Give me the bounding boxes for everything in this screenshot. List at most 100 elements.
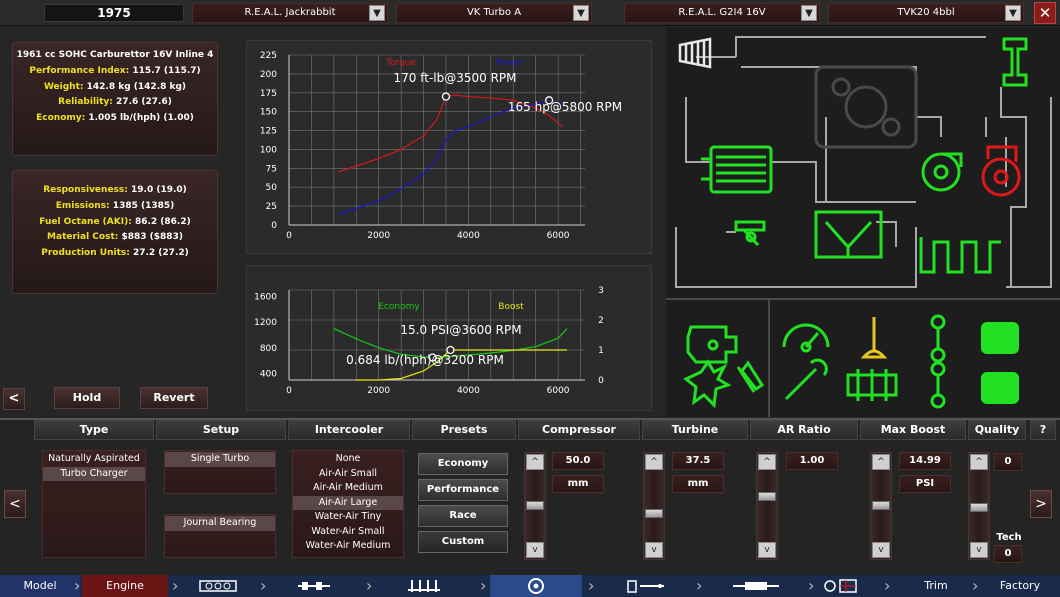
nav-model[interactable]: Model [0,575,80,597]
economy-boost-graph: 0 2000 4000 6000 400 800 1200 1600 0 1 2 3 Economy Bo… [246,265,652,411]
nav-intake[interactable] [378,575,470,597]
preset-performance-button[interactable]: Performance [418,479,508,501]
camshaft-icon [298,582,330,590]
quality-slider-thumb[interactable] [970,502,988,512]
nav-test[interactable] [818,575,866,597]
chevron-up-icon[interactable]: ^ [645,454,663,470]
type-header: Type [34,420,154,440]
chevron-down-icon[interactable]: ▼ [801,5,817,21]
chevron-down-icon[interactable]: v [872,542,890,558]
chevron-down-icon[interactable]: ▼ [1005,5,1021,21]
nav-separator: › [260,576,267,595]
nav-engine[interactable]: Engine [82,575,168,597]
close-button[interactable]: ✕ [1034,2,1056,24]
family-dropdown[interactable]: R.E.A.L. Jackrabbit ▼ [192,3,388,23]
chevron-down-icon[interactable]: v [526,542,544,558]
nav-fuel[interactable] [600,575,692,597]
intercooler-icon [701,145,773,194]
compare-family-dropdown[interactable]: R.E.A.L. G2I4 16V ▼ [624,3,820,23]
list-item[interactable]: Water-Air Small [293,525,403,540]
chevron-down-icon[interactable]: ▼ [573,5,589,21]
list-item[interactable]: Journal Bearing [165,516,275,531]
list-item[interactable]: Water-Air Tiny [293,510,403,525]
engine-designer-screen: 1975 R.E.A.L. Jackrabbit ▼ VK Turbo A ▼ … [0,0,1060,597]
top-bar: 1975 R.E.A.L. Jackrabbit ▼ VK Turbo A ▼ … [0,0,1060,26]
prev-part-button[interactable]: < [4,490,26,518]
compare-variant-dropdown[interactable]: TVK20 4bbl ▼ [828,3,1024,23]
dyno-test-icon [824,579,857,593]
list-item[interactable]: None [293,452,403,467]
list-item[interactable]: Single Turbo [165,452,275,467]
chevron-down-icon[interactable]: v [758,542,776,558]
ar-ratio-slider-thumb[interactable] [758,491,776,501]
nav-factory[interactable]: Factory [984,575,1056,597]
x-tick-label: 4000 [457,386,480,396]
nav-separator: › [588,576,595,595]
y-tick-label-right: 0 [598,376,604,386]
back-button[interactable]: < [3,388,25,410]
stat-row: Responsiveness: 19.0 (19.0) [43,185,187,195]
revert-button[interactable]: Revert [140,387,208,409]
chevron-down-icon[interactable]: ▼ [369,5,385,21]
y-tick-label: 1600 [254,292,277,302]
y-tick-label: 800 [260,344,277,354]
torque-power-chart: 0 2000 4000 6000 0 25 50 75 100 125 150 175 200 225 To… [260,51,622,241]
intercooler-header: Intercooler [288,420,410,440]
y-tick-label-right: 3 [598,286,604,296]
list-item[interactable]: Air-Air Large [293,495,403,510]
y-tick-label: 150 [260,108,277,118]
ar-ratio-slider[interactable]: ^ v [756,452,778,560]
chevron-up-icon[interactable]: ^ [758,454,776,470]
chevron-down-icon[interactable]: v [970,542,988,558]
bottom-nav: Model › Engine › › › › › › › › Trim › Fa… [0,575,1060,597]
preset-race-button[interactable]: Race [418,505,508,527]
chevron-up-icon[interactable]: ^ [970,454,988,470]
max-boost-slider-thumb[interactable] [872,501,890,511]
exhaust-manifold-icon [919,237,1001,274]
chevron-down-icon[interactable]: v [645,542,663,558]
list-item[interactable]: Turbo Charger [43,466,145,481]
nav-separator: › [972,576,979,595]
hold-button[interactable]: Hold [54,387,120,409]
compressor-header: Compressor [518,420,640,440]
max-boost-unit: PSI [899,475,951,493]
turbine-slider[interactable]: ^ v [643,452,665,560]
preset-custom-button[interactable]: Custom [418,531,508,553]
chevron-up-icon[interactable]: ^ [872,454,890,470]
list-item[interactable]: Naturally Aspirated [43,452,145,467]
chevron-up-icon[interactable]: ^ [526,454,544,470]
nav-separator: › [172,576,179,595]
series-line-power [338,99,563,215]
turbo-icon [528,578,544,594]
list-item[interactable]: Air-Air Medium [293,481,403,496]
stat-row: Fuel Octane (AKI): 86.2 (86.2) [39,216,191,227]
nav-trim[interactable]: Trim [900,575,972,597]
nav-head[interactable] [272,575,356,597]
next-part-button[interactable]: > [1030,490,1052,518]
list-item[interactable]: Air-Air Small [293,467,403,482]
max-boost-header: Max Boost [860,420,966,440]
air-filter-icon [678,37,712,69]
nav-block[interactable] [182,575,254,597]
y-tick-label: 125 [260,127,277,137]
intake-manifold-icon [408,580,440,592]
compressor-slider-thumb[interactable] [526,501,544,511]
list-item[interactable]: Water-Air Medium [293,539,403,554]
quality-slider[interactable]: ^ v [968,452,990,560]
help-button[interactable]: ? [1030,420,1056,440]
variant-dropdown[interactable]: VK Turbo A ▼ [396,3,592,23]
preset-economy-button[interactable]: Economy [418,453,508,475]
nav-turbo[interactable] [490,575,582,597]
fuel-rail-icon [846,369,898,401]
quality-value: 0 [994,453,1022,471]
presets-header: Presets [412,420,516,440]
y-tick-label: 225 [260,51,277,61]
compressor-slider[interactable]: ^ v [524,452,546,560]
tech-value: 0 [994,545,1022,563]
ar-ratio-value: 1.00 [786,452,838,470]
compressor-value: 50.0 [552,452,604,470]
turbine-value: 37.5 [672,452,724,470]
nav-exhaust[interactable] [708,575,804,597]
max-boost-slider[interactable]: ^ v [870,452,892,560]
turbine-slider-thumb[interactable] [645,508,663,518]
